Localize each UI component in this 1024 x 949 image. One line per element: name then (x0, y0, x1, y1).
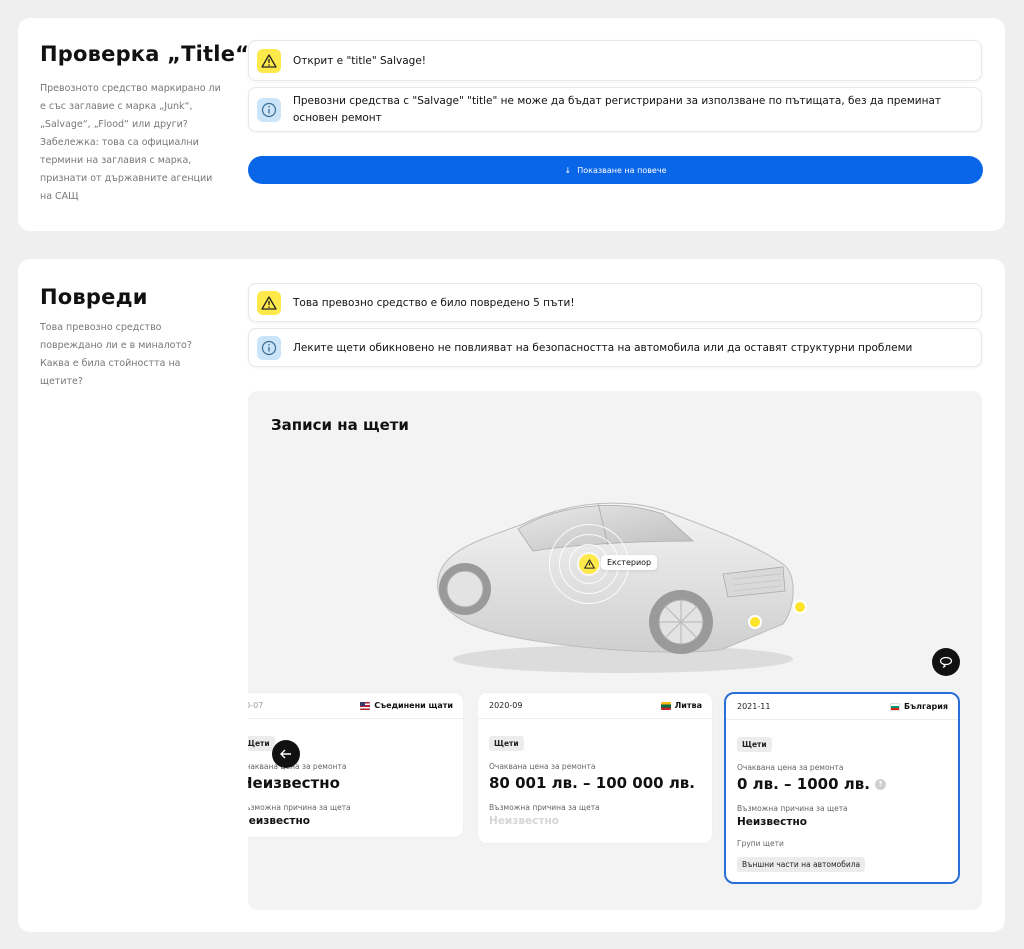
record-groups-label: Групи щети (737, 839, 784, 848)
record-cause-value: Неизвестно (489, 815, 559, 827)
arrow-left-icon (280, 749, 291, 759)
exterior-damage-marker[interactable] (579, 554, 599, 574)
info-icon (257, 336, 281, 360)
record-group-badge: Външни части на автомобила (737, 857, 866, 872)
damage-heading: Повреди (40, 285, 148, 309)
title-check-heading: Проверка „Title“ (40, 42, 250, 66)
record-cause-label: Възможна причина за щета (248, 803, 351, 812)
record-cost-value: Неизвестно (248, 774, 340, 792)
alert-text: Превозни средства с "Salvage" "title" не… (293, 95, 942, 124)
title-check-section: Проверка „Title“ Превозното средство мар… (18, 18, 1005, 231)
record-cause-value: Неизвестно (737, 816, 807, 828)
alert-text: Леките щети обикновено не повлияват на б… (293, 342, 913, 354)
record-cause-value: Неизвестно (248, 815, 310, 827)
salvage-warning-alert: Открит е "title" Salvage! (248, 40, 982, 81)
damage-records-title: Записи на щети (271, 416, 409, 434)
lt-flag-icon (660, 701, 671, 710)
warning-icon (257, 291, 281, 315)
record-cause-label: Възможна причина за щета (737, 804, 848, 813)
damage-records-panel: Записи на щети Екстериор -07 Съединени щ… (248, 391, 982, 910)
record-cost-value: 0 лв. – 1000 лв. (737, 775, 870, 793)
record-badge: Щети (248, 736, 275, 751)
record-cost-value: 80 001 лв. – 100 000 лв. (489, 774, 695, 792)
record-badge: Щети (489, 736, 524, 751)
damage-info-alert: Леките щети обикновено не повлияват на б… (248, 328, 982, 367)
title-check-description: Превозното средство маркирано ли е със з… (40, 83, 221, 202)
bg-flag-icon (889, 702, 900, 711)
info-icon (257, 98, 281, 122)
record-date: 2021-11 (737, 702, 771, 711)
us-flag-icon (360, 701, 371, 710)
damage-record-card[interactable]: 2020-09 Литва Щети Очаквана цена за ремо… (477, 692, 713, 844)
show-more-button[interactable]: ↓ Показване на повече (248, 156, 983, 184)
damage-point-marker[interactable] (793, 600, 807, 614)
help-icon[interactable]: ? (874, 778, 886, 790)
rotate-view-button[interactable] (932, 648, 960, 676)
damage-section: Повреди Това превозно средство повреждан… (18, 259, 1005, 932)
alert-text: Това превозно средство е било повредено … (293, 297, 575, 309)
arrow-down-icon: ↓ (564, 165, 572, 175)
record-country: Съединени щати (374, 701, 453, 710)
record-country: Литва (674, 701, 702, 710)
show-more-label: Показване на повече (577, 165, 667, 175)
record-country: България (903, 702, 948, 711)
record-cause-label: Възможна причина за щета (489, 803, 600, 812)
alert-text: Открит е "title" Salvage! (293, 55, 426, 67)
record-cost-label: Очаквана цена за ремонта (737, 763, 844, 772)
salvage-info-alert: Превозни средства с "Salvage" "title" не… (248, 87, 982, 132)
record-cost-label: Очаквана цена за ремонта (489, 762, 596, 771)
record-badge: Щети (737, 737, 772, 752)
exterior-marker-label: Екстериор (601, 555, 658, 570)
damage-count-alert: Това превозно средство е било повредено … (248, 283, 982, 322)
damage-description: Това превозно средство повреждано ли е в… (40, 322, 192, 387)
damage-record-card-active[interactable]: 2021-11 България Щети Очаквана цена за р… (724, 692, 960, 884)
carousel-prev-button[interactable] (272, 740, 300, 768)
damage-point-marker[interactable] (748, 615, 762, 629)
record-date: 2020-09 (489, 701, 523, 710)
rotate-icon (939, 656, 953, 668)
record-date: 20-07 (248, 701, 264, 710)
warning-icon (257, 49, 281, 73)
